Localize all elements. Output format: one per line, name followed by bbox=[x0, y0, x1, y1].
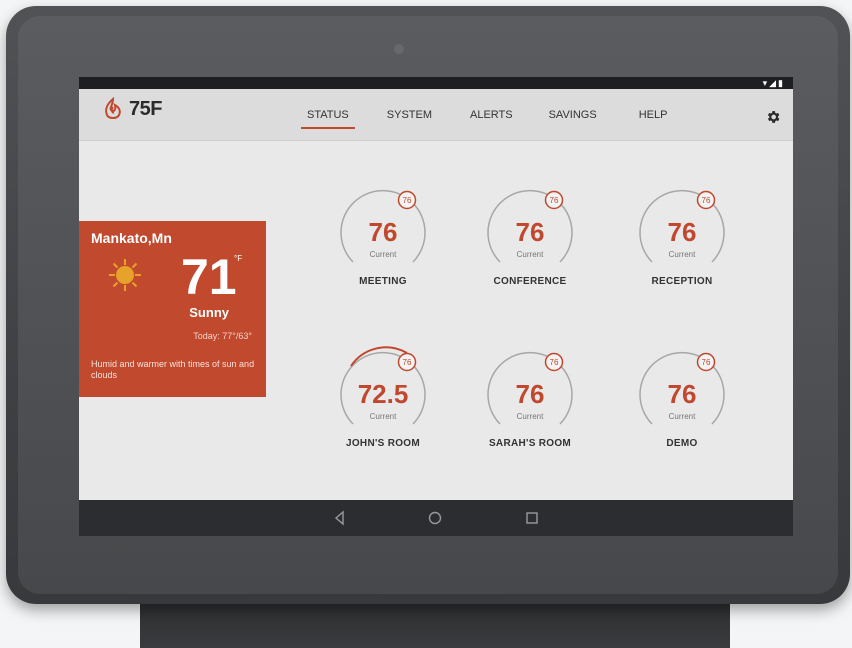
zone-sarahs-room[interactable]: 76 76 Current SARAH'S ROOM bbox=[465, 343, 595, 463]
android-nav-bar bbox=[79, 500, 793, 536]
zone-reception[interactable]: 76 76 Current RECEPTION bbox=[617, 181, 747, 301]
zone-current-label: Current bbox=[516, 250, 544, 259]
svg-text:76: 76 bbox=[702, 196, 711, 205]
zone-current-label: Current bbox=[516, 412, 544, 421]
app-bar: 75F STATUS SYSTEM ALERTS SAVINGS HELP bbox=[79, 89, 793, 141]
zone-name: DEMO bbox=[666, 438, 698, 449]
zone-current-temp: 72.5 bbox=[357, 379, 409, 409]
svg-text:76: 76 bbox=[550, 196, 559, 205]
tab-status[interactable]: STATUS bbox=[301, 109, 355, 129]
main-tabs: STATUS SYSTEM ALERTS SAVINGS HELP bbox=[301, 109, 668, 129]
zone-name: CONFERENCE bbox=[493, 276, 567, 287]
logo-icon bbox=[105, 96, 121, 119]
tab-savings[interactable]: SAVINGS bbox=[549, 109, 597, 129]
zone-current-label: Current bbox=[668, 250, 696, 259]
svg-text:76: 76 bbox=[403, 196, 412, 205]
zone-current-temp: 76 bbox=[515, 217, 545, 247]
gear-icon[interactable] bbox=[765, 109, 781, 125]
zone-current-temp: 76 bbox=[368, 217, 398, 247]
zone-meeting[interactable]: 76 76 Current MEETING bbox=[318, 181, 448, 301]
zone-current-label: Current bbox=[668, 412, 696, 421]
logo-text: 75F bbox=[129, 97, 162, 120]
sun-icon bbox=[109, 259, 141, 291]
weather-card: Mankato,Mn 71 °F Sunny Today: 77°/63° Hu… bbox=[79, 221, 266, 397]
zone-name: JOHN'S ROOM bbox=[345, 438, 421, 449]
weather-today: Today: 77°/63° bbox=[193, 331, 252, 341]
svg-text:76: 76 bbox=[702, 358, 711, 367]
weather-city: Mankato,Mn bbox=[91, 230, 172, 246]
camera-icon bbox=[394, 44, 404, 54]
tab-system[interactable]: SYSTEM bbox=[387, 109, 432, 129]
zone-conference[interactable]: 76 76 Current CONFERENCE bbox=[465, 181, 595, 301]
zone-johns-room[interactable]: 76 72.5 Current JOHN'S ROOM bbox=[318, 343, 448, 463]
svg-text:76: 76 bbox=[550, 358, 559, 367]
zone-name: SARAH'S ROOM bbox=[488, 438, 572, 449]
recents-icon[interactable] bbox=[523, 509, 541, 527]
zone-name: MEETING bbox=[359, 276, 407, 287]
zone-name: RECEPTION bbox=[651, 276, 713, 287]
zone-current-label: Current bbox=[369, 250, 397, 259]
tab-help[interactable]: HELP bbox=[639, 109, 668, 129]
status-icons: ▾◢▮ bbox=[762, 78, 785, 88]
zone-demo[interactable]: 76 76 Current DEMO bbox=[617, 343, 747, 463]
zone-current-temp: 76 bbox=[667, 379, 697, 409]
svg-text:76: 76 bbox=[403, 358, 412, 367]
tab-alerts[interactable]: ALERTS bbox=[470, 109, 513, 129]
screen: ▾◢▮ 75F STATUS SYSTEM ALERTS SAVINGS HEL… bbox=[79, 77, 793, 536]
weather-temperature: 71 bbox=[181, 249, 237, 305]
status-bar: ▾◢▮ bbox=[79, 77, 793, 89]
weather-description: Humid and warmer with times of sun and c… bbox=[91, 359, 255, 380]
zone-current-temp: 76 bbox=[515, 379, 545, 409]
zone-current-temp: 76 bbox=[667, 217, 697, 247]
logo: 75F bbox=[101, 95, 162, 123]
zone-current-label: Current bbox=[369, 412, 397, 421]
weather-condition: Sunny bbox=[189, 305, 229, 320]
weather-unit: °F bbox=[234, 254, 243, 263]
home-icon[interactable] bbox=[426, 509, 444, 527]
back-icon[interactable] bbox=[331, 509, 349, 527]
